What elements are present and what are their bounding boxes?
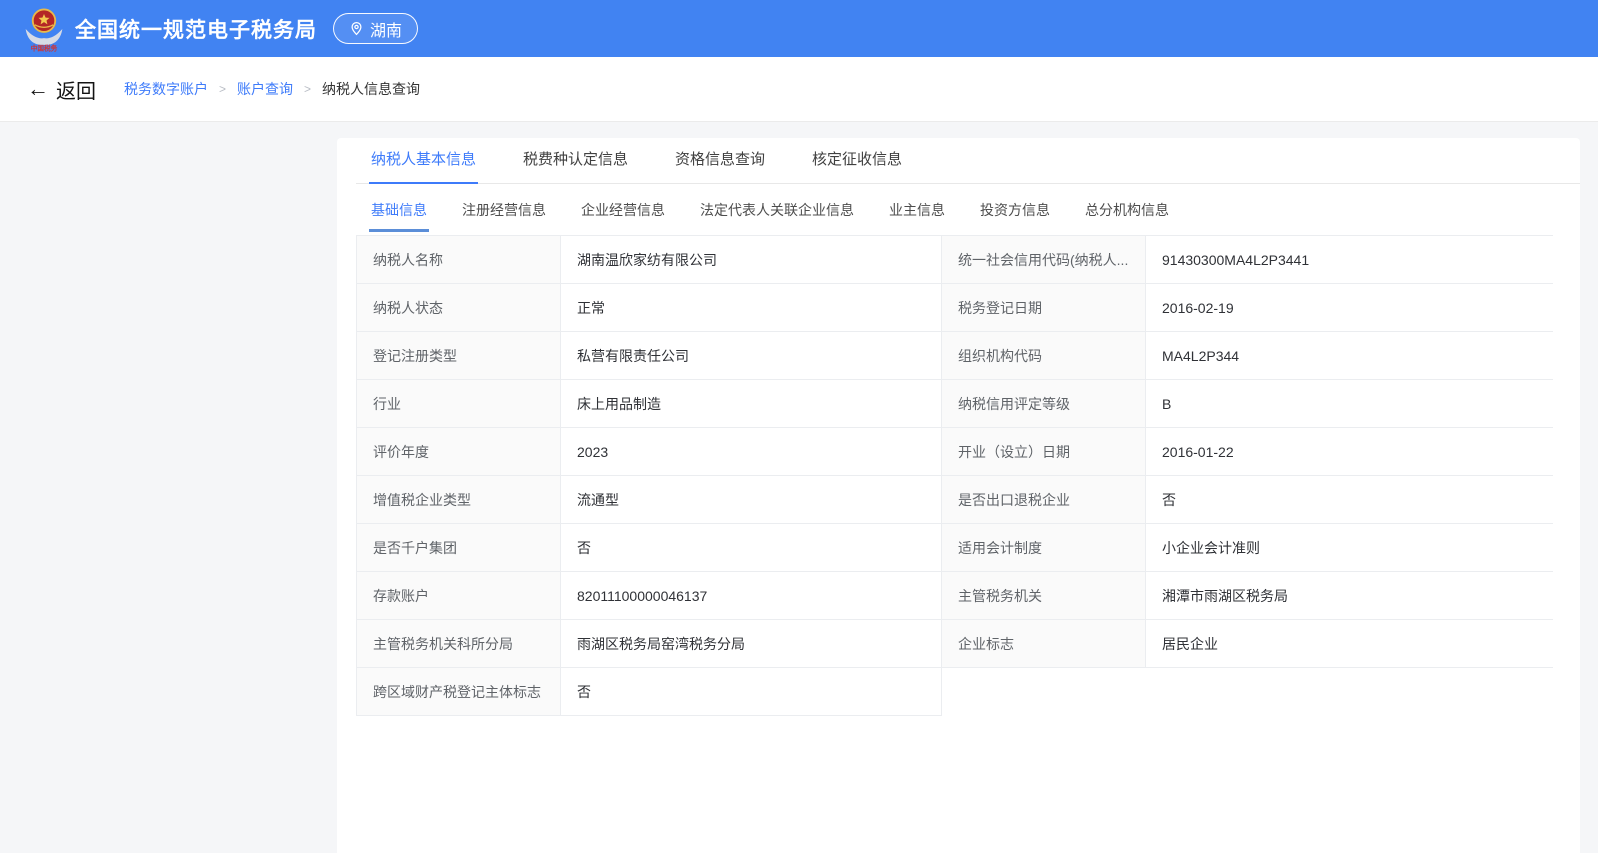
field-label: 评价年度 [357, 428, 561, 476]
breadcrumb-separator: > [304, 82, 311, 96]
region-badge[interactable]: 湖南 [333, 13, 418, 44]
left-gutter [0, 122, 337, 853]
field-value: 否 [1146, 476, 1553, 524]
main-tab[interactable]: 税费种认定信息 [521, 148, 630, 184]
sub-tab[interactable]: 企业经营信息 [579, 198, 667, 232]
location-pin-icon [349, 21, 364, 36]
app-header: 中国税务 全国统一规范电子税务局 湖南 [0, 0, 1598, 57]
field-value: 2016-01-22 [1146, 428, 1553, 476]
sub-tab[interactable]: 法定代表人关联企业信息 [698, 198, 856, 232]
field-value: 流通型 [561, 476, 942, 524]
field-value: 床上用品制造 [561, 380, 942, 428]
field-value: 否 [561, 524, 942, 572]
field-label: 登记注册类型 [357, 332, 561, 380]
field-label: 纳税信用评定等级 [942, 380, 1146, 428]
field-label: 纳税人名称 [357, 236, 561, 284]
breadcrumb-link[interactable]: 账户查询 [237, 79, 293, 99]
field-label: 统一社会信用代码(纳税人... [942, 236, 1146, 284]
empty-cell [1146, 668, 1553, 716]
field-label: 是否出口退税企业 [942, 476, 1146, 524]
breadcrumb-link[interactable]: 税务数字账户 [124, 79, 208, 99]
table-row: 存款账户82011100000046137主管税务机关湘潭市雨湖区税务局 [357, 572, 1553, 620]
main-tab-active[interactable]: 纳税人基本信息 [369, 148, 478, 184]
sub-tab[interactable]: 业主信息 [887, 198, 947, 232]
region-label: 湖南 [370, 17, 402, 41]
main-tab[interactable]: 核定征收信息 [810, 148, 904, 184]
field-label: 主管税务机关科所分局 [357, 620, 561, 668]
field-value: 91430300MA4L2P3441 [1146, 236, 1553, 284]
content-card: 纳税人基本信息 税费种认定信息 资格信息查询 核定征收信息 基础信息注册经营信息企业经… [337, 138, 1580, 853]
field-label: 组织机构代码 [942, 332, 1146, 380]
table-row: 行业床上用品制造纳税信用评定等级B [357, 380, 1553, 428]
app-title: 全国统一规范电子税务局 [75, 14, 317, 44]
sub-tabs: 基础信息注册经营信息企业经营信息法定代表人关联企业信息业主信息投资方信息总分机构… [356, 184, 1580, 232]
field-value: 否 [561, 668, 942, 716]
field-label: 行业 [357, 380, 561, 428]
field-label: 是否千户集团 [357, 524, 561, 572]
field-value: 正常 [561, 284, 942, 332]
tax-emblem-logo: 中国税务 [24, 6, 64, 52]
field-value: 2023 [561, 428, 942, 476]
field-value: 私营有限责任公司 [561, 332, 942, 380]
table-row: 登记注册类型私营有限责任公司组织机构代码MA4L2P344 [357, 332, 1553, 380]
sub-tab-active[interactable]: 基础信息 [369, 198, 429, 232]
page-body: 纳税人基本信息 税费种认定信息 资格信息查询 核定征收信息 基础信息注册经营信息企业经… [0, 122, 1598, 853]
field-label: 开业（设立）日期 [942, 428, 1146, 476]
field-label: 纳税人状态 [357, 284, 561, 332]
back-button[interactable]: ← 返回 [27, 75, 96, 104]
field-label: 增值税企业类型 [357, 476, 561, 524]
table-row: 纳税人名称湖南温欣家纺有限公司统一社会信用代码(纳税人...91430300MA… [357, 236, 1553, 284]
field-label: 企业标志 [942, 620, 1146, 668]
main-tabs: 纳税人基本信息 税费种认定信息 资格信息查询 核定征收信息 [356, 138, 1580, 184]
breadcrumb-separator: > [219, 82, 226, 96]
taxpayer-info-table: 纳税人名称湖南温欣家纺有限公司统一社会信用代码(纳税人...91430300MA… [356, 235, 1553, 716]
field-value: MA4L2P344 [1146, 332, 1553, 380]
field-label: 税务登记日期 [942, 284, 1146, 332]
table-row: 是否千户集团否适用会计制度小企业会计准则 [357, 524, 1553, 572]
breadcrumb-current: 纳税人信息查询 [322, 79, 420, 99]
back-label: 返回 [56, 75, 96, 104]
sub-tab[interactable]: 注册经营信息 [460, 198, 548, 232]
field-value: 湘潭市雨湖区税务局 [1146, 572, 1553, 620]
field-value: 雨湖区税务局窑湾税务分局 [561, 620, 942, 668]
field-value: 82011100000046137 [561, 572, 942, 620]
sub-tab[interactable]: 投资方信息 [978, 198, 1052, 232]
breadcrumb: 税务数字账户 > 账户查询 > 纳税人信息查询 [124, 79, 420, 99]
arrow-left-icon: ← [27, 78, 49, 100]
table-row: 纳税人状态正常税务登记日期2016-02-19 [357, 284, 1553, 332]
sub-tab[interactable]: 总分机构信息 [1083, 198, 1171, 232]
main-tab[interactable]: 资格信息查询 [673, 148, 767, 184]
table-row: 评价年度2023开业（设立）日期2016-01-22 [357, 428, 1553, 476]
table-row: 跨区域财产税登记主体标志否 [357, 668, 1553, 716]
field-label: 主管税务机关 [942, 572, 1146, 620]
field-value: 小企业会计准则 [1146, 524, 1553, 572]
field-value: 居民企业 [1146, 620, 1553, 668]
field-value: B [1146, 380, 1553, 428]
field-label: 适用会计制度 [942, 524, 1146, 572]
table-row: 主管税务机关科所分局雨湖区税务局窑湾税务分局企业标志居民企业 [357, 620, 1553, 668]
table-row: 增值税企业类型流通型是否出口退税企业否 [357, 476, 1553, 524]
field-label: 跨区域财产税登记主体标志 [357, 668, 561, 716]
taxpayer-info-table-body: 纳税人名称湖南温欣家纺有限公司统一社会信用代码(纳税人...91430300MA… [357, 236, 1553, 716]
field-label: 存款账户 [357, 572, 561, 620]
empty-cell [942, 668, 1146, 716]
field-value: 2016-02-19 [1146, 284, 1553, 332]
breadcrumb-bar: ← 返回 税务数字账户 > 账户查询 > 纳税人信息查询 [0, 57, 1598, 122]
field-value: 湖南温欣家纺有限公司 [561, 236, 942, 284]
svg-text:中国税务: 中国税务 [31, 43, 58, 51]
